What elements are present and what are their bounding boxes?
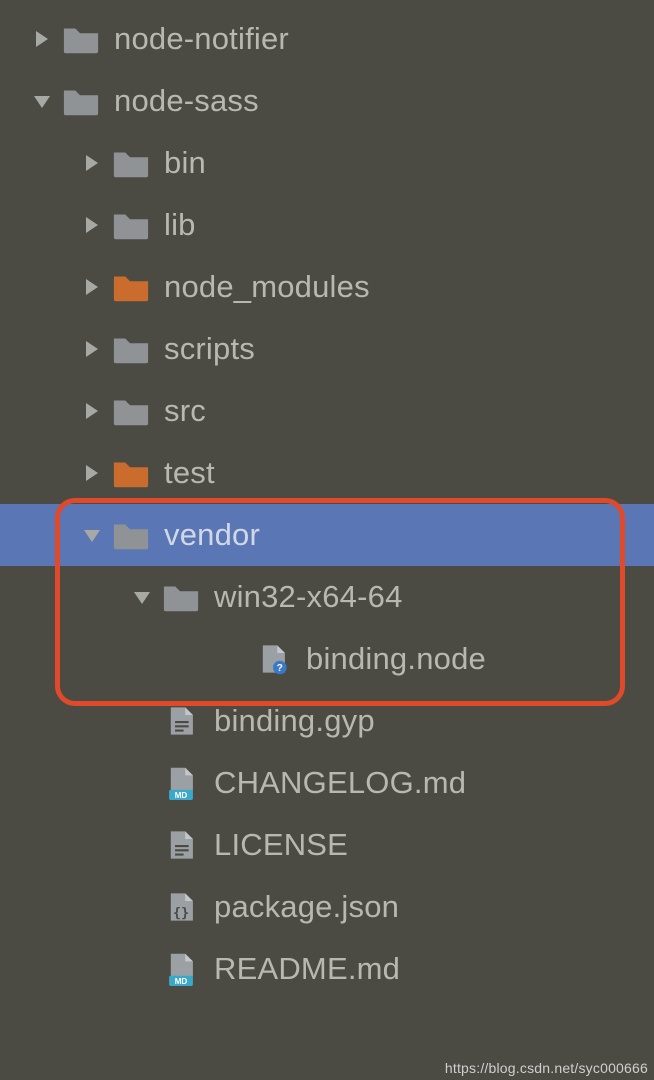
tree-item-label: vendor bbox=[164, 517, 260, 553]
folder-icon bbox=[112, 392, 150, 430]
chevron-down-icon[interactable] bbox=[28, 87, 56, 115]
tree-item-label: LICENSE bbox=[214, 827, 348, 863]
tree-item-label: package.json bbox=[214, 889, 399, 925]
tree-row[interactable]: bin bbox=[0, 132, 654, 194]
watermark-text: https://blog.csdn.net/syc000666 bbox=[445, 1060, 648, 1076]
tree-row[interactable]: lib bbox=[0, 194, 654, 256]
tree-row[interactable]: src bbox=[0, 380, 654, 442]
folder-icon bbox=[112, 330, 150, 368]
chevron-down-icon[interactable] bbox=[128, 583, 156, 611]
tree-item-label: lib bbox=[164, 207, 196, 243]
tree-item-label: node_modules bbox=[164, 269, 370, 305]
tree-item-label: bin bbox=[164, 145, 206, 181]
folder-icon bbox=[112, 454, 150, 492]
tree-row[interactable]: MD README.md bbox=[0, 938, 654, 1000]
tree-row[interactable]: MD CHANGELOG.md bbox=[0, 752, 654, 814]
tree-row[interactable]: node-notifier bbox=[0, 8, 654, 70]
tree-item-label: src bbox=[164, 393, 206, 429]
tree-row[interactable]: win32-x64-64 bbox=[0, 566, 654, 628]
tree-item-label: README.md bbox=[214, 951, 400, 987]
folder-icon bbox=[162, 578, 200, 616]
file-icon bbox=[162, 826, 200, 864]
chevron-right-icon[interactable] bbox=[78, 149, 106, 177]
tree-row[interactable]: test bbox=[0, 442, 654, 504]
svg-text:{}: {} bbox=[173, 905, 189, 921]
tree-row[interactable]: scripts bbox=[0, 318, 654, 380]
tree-row[interactable]: ? binding.node bbox=[0, 628, 654, 690]
chevron-right-icon[interactable] bbox=[78, 459, 106, 487]
chevron-right-icon[interactable] bbox=[78, 273, 106, 301]
markdown-file-icon: MD bbox=[162, 764, 200, 802]
folder-icon bbox=[112, 268, 150, 306]
markdown-file-icon: MD bbox=[162, 950, 200, 988]
chevron-down-icon[interactable] bbox=[78, 521, 106, 549]
file-icon bbox=[162, 702, 200, 740]
tree-row[interactable]: node-sass bbox=[0, 70, 654, 132]
tree-row[interactable]: LICENSE bbox=[0, 814, 654, 876]
tree-item-label: win32-x64-64 bbox=[214, 579, 403, 615]
folder-icon bbox=[62, 20, 100, 58]
tree-item-label: node-sass bbox=[114, 83, 259, 119]
file-tree: node-notifier node-sass bin lib node_mod… bbox=[0, 0, 654, 1000]
chevron-right-icon[interactable] bbox=[28, 25, 56, 53]
tree-item-label: scripts bbox=[164, 331, 255, 367]
folder-icon bbox=[112, 516, 150, 554]
chevron-right-icon[interactable] bbox=[78, 397, 106, 425]
svg-text:MD: MD bbox=[175, 791, 188, 800]
svg-text:MD: MD bbox=[175, 977, 188, 986]
tree-item-label: binding.node bbox=[306, 641, 486, 677]
tree-item-label: test bbox=[164, 455, 215, 491]
tree-row[interactable]: binding.gyp bbox=[0, 690, 654, 752]
tree-row[interactable]: vendor bbox=[0, 504, 654, 566]
svg-text:?: ? bbox=[277, 663, 283, 674]
tree-row[interactable]: {} package.json bbox=[0, 876, 654, 938]
chevron-right-icon[interactable] bbox=[78, 211, 106, 239]
folder-icon bbox=[62, 82, 100, 120]
tree-row[interactable]: node_modules bbox=[0, 256, 654, 318]
tree-item-label: binding.gyp bbox=[214, 703, 375, 739]
tree-item-label: node-notifier bbox=[114, 21, 289, 57]
chevron-right-icon[interactable] bbox=[78, 335, 106, 363]
folder-icon bbox=[112, 206, 150, 244]
folder-icon bbox=[112, 144, 150, 182]
unknown-file-icon: ? bbox=[254, 640, 292, 678]
json-file-icon: {} bbox=[162, 888, 200, 926]
tree-item-label: CHANGELOG.md bbox=[214, 765, 466, 801]
